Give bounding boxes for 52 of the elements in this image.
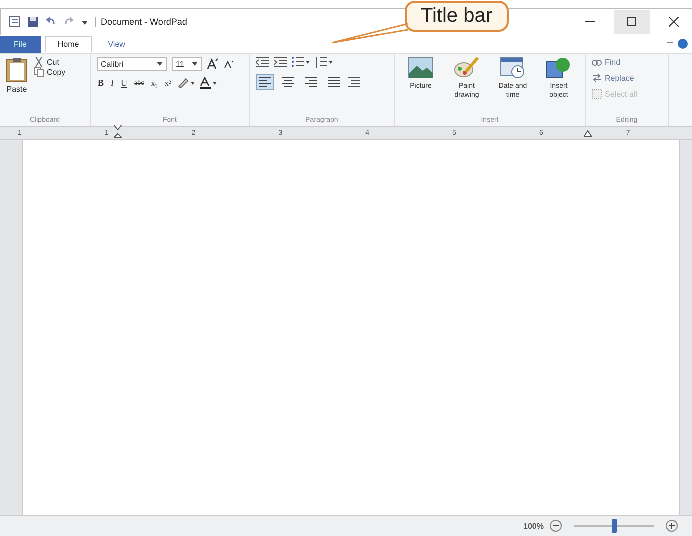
- replace-arrows-icon: [592, 73, 602, 83]
- ribbon-tab[interactable]: View: [96, 36, 138, 52]
- callout-label: Title bar: [405, 1, 509, 32]
- font-family-dropdown[interactable]: Calibri: [97, 57, 167, 71]
- format-button[interactable]: x²: [164, 78, 172, 88]
- binoculars-icon: [592, 57, 602, 67]
- font-size-dropdown[interactable]: 11: [172, 57, 202, 71]
- indent-marker-icon[interactable]: [114, 125, 122, 139]
- left-align-button[interactable]: [256, 74, 274, 90]
- window-title: Document - WordPad: [95, 17, 188, 27]
- zoom-in-icon[interactable]: [666, 520, 678, 532]
- maximize-icon: [627, 17, 637, 27]
- select-all-icon: [592, 89, 602, 99]
- paragraph-settings-icon[interactable]: [348, 77, 360, 87]
- zoom-percentage: 100%: [524, 522, 544, 530]
- dropdown-icon[interactable]: [81, 18, 89, 26]
- close-icon: [669, 17, 679, 27]
- help-icon[interactable]: [678, 39, 688, 49]
- scissors-icon: [34, 57, 44, 67]
- insert-object-icon: [546, 57, 572, 79]
- zoom-out-icon[interactable]: [550, 520, 562, 532]
- dropdown-arrow-icon: [157, 62, 163, 66]
- ribbon-tab[interactable]: Home: [44, 36, 92, 52]
- bullet-list-icon[interactable]: [292, 57, 310, 68]
- zoom-slider-thumb[interactable]: [612, 519, 617, 533]
- shrink-font-icon[interactable]: [224, 59, 234, 69]
- highlighter-icon[interactable]: [177, 77, 196, 89]
- maximize-button[interactable]: [614, 10, 650, 34]
- increase-indent-icon[interactable]: [274, 57, 287, 68]
- landscape-icon: [408, 57, 434, 79]
- paint-brush-icon: [454, 57, 480, 79]
- grow-font-icon[interactable]: [207, 58, 219, 70]
- file-menu-tab[interactable]: File: [0, 36, 41, 52]
- find-button[interactable]: Find: [592, 57, 662, 67]
- format-button[interactable]: x₂: [150, 78, 160, 88]
- line-spacing-icon[interactable]: [315, 57, 333, 68]
- clipboard-icon: [6, 57, 28, 83]
- save-icon[interactable]: [27, 16, 39, 28]
- dropdown-arrow-icon: [192, 62, 198, 66]
- paste-button[interactable]: Paste: [6, 57, 28, 117]
- replace-button[interactable]: Replace: [592, 73, 662, 83]
- decrease-indent-icon[interactable]: [256, 57, 269, 68]
- calendar-clock-icon: [500, 57, 526, 79]
- format-button[interactable]: U: [120, 78, 129, 88]
- format-button[interactable]: I: [110, 78, 116, 88]
- font-color-icon[interactable]: [200, 77, 218, 89]
- cut-button[interactable]: Cut: [34, 57, 66, 67]
- format-button[interactable]: B: [97, 78, 106, 88]
- copy-icon: [34, 67, 44, 77]
- document-icon[interactable]: [9, 16, 21, 28]
- copy-button[interactable]: Copy: [34, 67, 66, 77]
- right-indent-marker-icon[interactable]: [584, 130, 592, 138]
